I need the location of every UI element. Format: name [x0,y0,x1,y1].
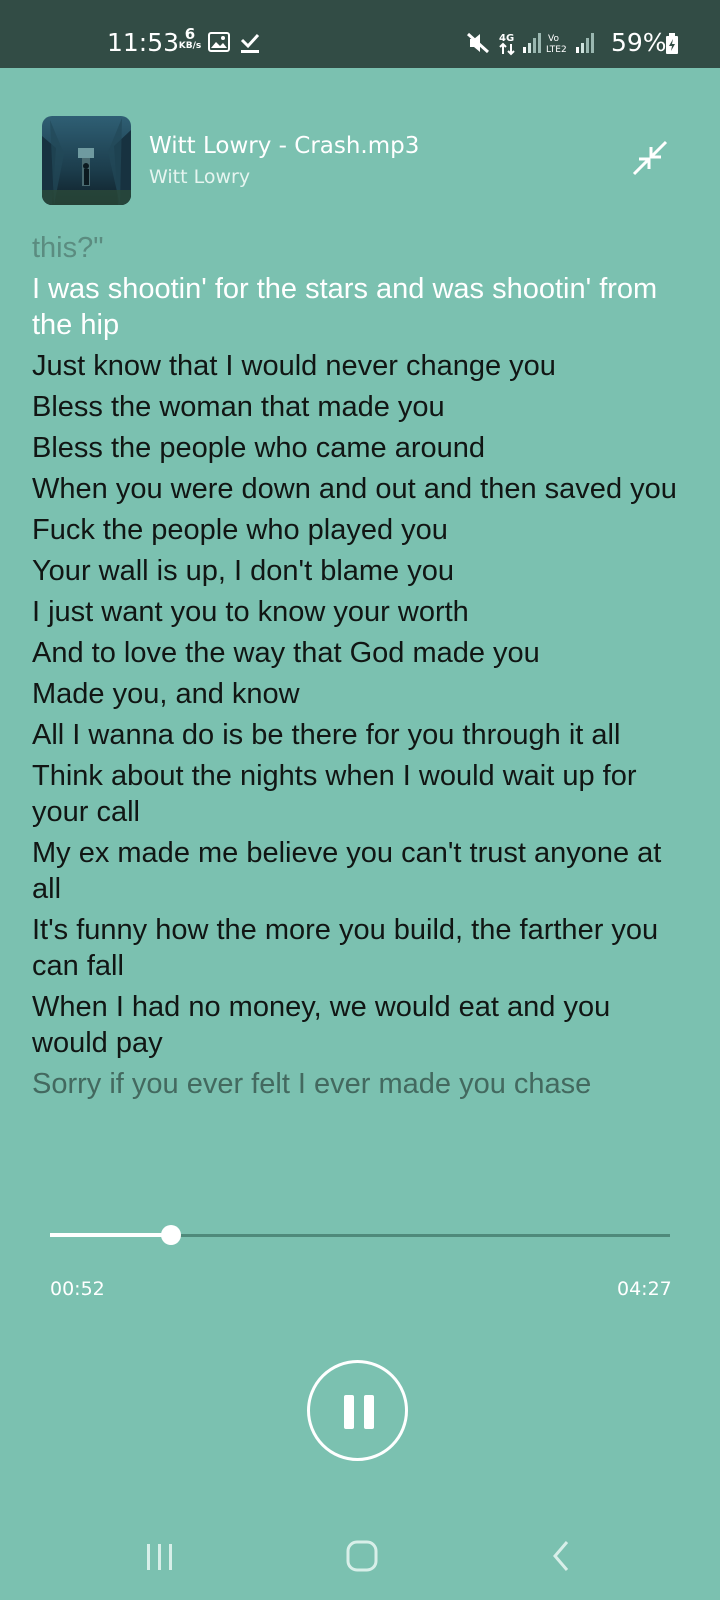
seek-bar[interactable] [50,1225,670,1245]
elapsed-time: 00:52 [50,1278,105,1300]
pause-icon [344,1395,374,1429]
lyric-line: When I had no money, we would eat and yo… [32,991,611,1059]
signal-icon [523,33,541,53]
4g-data-icon: 4G [499,33,515,56]
lyric-line: And to love the way that God made you [32,637,540,669]
lyric-line-next: Sorry if you ever felt I ever made you c… [32,1068,592,1100]
home-icon[interactable] [332,1532,392,1582]
collapse-icon[interactable] [630,138,670,178]
lyric-line: My ex made me believe you can't trust an… [32,837,662,905]
lyric-line: It's funny how the more you build, the f… [32,914,659,982]
recents-icon[interactable] [130,1532,190,1582]
lyric-line: Bless the woman that made you [32,391,445,423]
seek-progress [50,1233,171,1237]
lyric-line: When you were down and out and then save… [32,473,677,505]
song-artist: Witt Lowry [149,166,251,188]
back-icon[interactable] [533,1532,593,1582]
svg-text:LTE2: LTE2 [546,45,567,54]
lyric-line: Made you, and know [32,678,300,710]
seek-thumb[interactable] [160,1225,181,1245]
volte-icon: Vo LTE2 [546,34,567,54]
player-header: Witt Lowry - Crash.mp3 Witt Lowry [0,68,720,218]
battery-icon [666,33,678,54]
signal-icon [576,33,594,53]
network-speed: 6 KB/s [175,27,205,51]
lyric-line: I just want you to know your worth [32,596,469,628]
lyric-line-previous: this?" [32,232,104,264]
check-download-icon [240,33,260,53]
lyric-line-current: I was shootin' for the stars and was sho… [32,273,658,341]
status-time: 11:53 [107,28,180,57]
mute-icon [466,32,490,54]
svg-text:4G: 4G [499,33,514,44]
status-bar: 11:53 6 KB/s 4G Vo LTE2 59% [0,0,720,68]
lyric-line: Just know that I would never change you [32,350,556,382]
lyric-line: All I wanna do is be there for you throu… [32,719,621,751]
svg-text:Vo: Vo [548,34,559,44]
lyrics-panel[interactable]: this?" I was shootin' for the stars and … [32,230,692,1170]
album-art[interactable] [42,116,131,205]
album-art-image [42,116,131,205]
play-pause-button[interactable] [307,1360,408,1461]
navigation-bar [0,1510,720,1600]
lyric-line: Your wall is up, I don't blame you [32,555,454,587]
song-title: Witt Lowry - Crash.mp3 [149,133,420,159]
total-time: 04:27 [617,1278,672,1300]
network-speed-value: 6 [184,25,196,43]
lyric-line: Fuck the people who played you [32,514,448,546]
battery-percent: 59% [611,28,667,57]
network-speed-unit: KB/s [178,41,202,51]
lyric-line: Bless the people who came around [32,432,486,464]
gallery-icon [208,32,230,52]
lyric-line: Think about the nights when I would wait… [32,760,637,828]
